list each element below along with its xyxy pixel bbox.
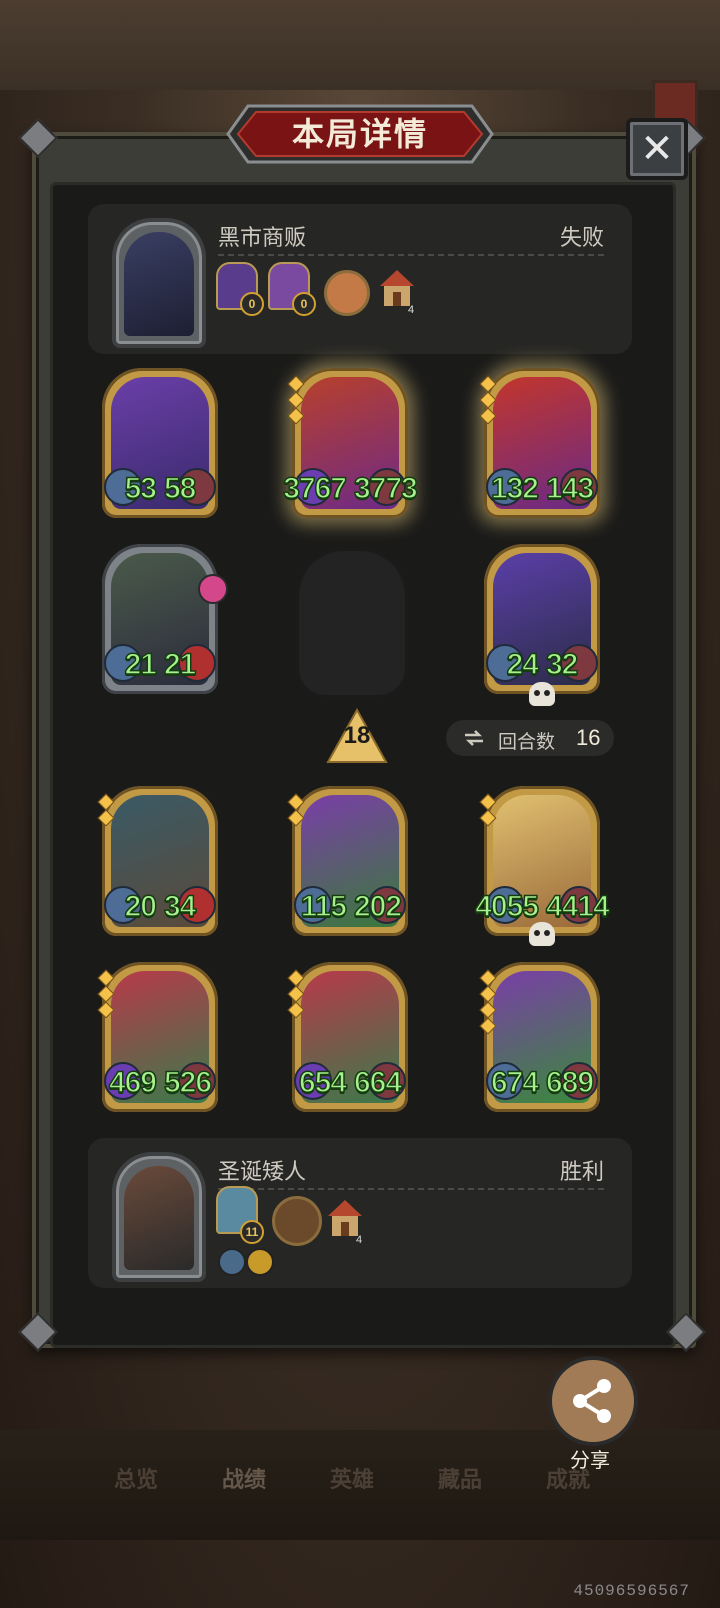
player-unit-card[interactable]: 674 689 (479, 962, 600, 1112)
opponent-unit-card[interactable]: 21 21 (102, 544, 228, 694)
tab-collection[interactable]: 藏品 (420, 1462, 500, 1494)
opponent-avatar (112, 218, 206, 348)
player-result: 胜利 (559, 1159, 604, 1184)
player-unit-card[interactable]: 20 34 (97, 786, 218, 936)
player-name: 圣诞矮人 (218, 1159, 307, 1184)
close-button[interactable]: ✕ (626, 118, 688, 180)
unit-health: 34 (163, 889, 197, 924)
house-level: 4 (356, 1234, 363, 1246)
christmas-dwarf-portrait (124, 1166, 194, 1270)
unit-health: 526 (163, 1065, 213, 1100)
unit-attack: 654 (298, 1065, 348, 1100)
unit-attack: 674 (490, 1065, 540, 1100)
card-count-badge: 0 (292, 292, 316, 316)
unit-attack: 20 (124, 889, 158, 924)
unit-health: 143 (545, 471, 595, 506)
bat-merchant-portrait (124, 232, 194, 336)
page-title: 本局详情 (291, 116, 428, 152)
artifact-portrait-icon[interactable] (324, 270, 370, 316)
player-panel[interactable]: 圣诞矮人 胜利 11 4 (88, 1138, 632, 1288)
share-icon (573, 1379, 611, 1423)
unit-health: 32 (545, 647, 579, 682)
background-top-strip (0, 0, 720, 90)
share-button[interactable] (548, 1356, 638, 1446)
unit-health: 202 (353, 889, 403, 924)
unit-attack: 3767 (283, 471, 348, 506)
unit-health: 4414 (545, 889, 610, 924)
title-banner: 本局详情 (226, 104, 494, 164)
close-icon: ✕ (640, 127, 674, 171)
tab-records[interactable]: 战绩 (204, 1462, 284, 1494)
sword-skill-icon[interactable] (218, 1248, 246, 1276)
card-count-badge: 11 (240, 1220, 264, 1244)
card-count-badge: 0 (240, 292, 264, 316)
opponent-unit-card[interactable]: 3767 3773 (283, 368, 418, 518)
repeat-icon (465, 730, 483, 746)
player-unit-card[interactable]: 469 526 (97, 962, 218, 1112)
share-label: 分享 (570, 1450, 610, 1472)
player-unit-card[interactable]: 4055 4414 (475, 786, 610, 946)
unit-attack: 53 (124, 471, 158, 506)
player-avatar (112, 1152, 206, 1282)
opponent-panel[interactable]: 黑市商贩 失败 0 0 4 (88, 204, 632, 354)
skull-icon (529, 682, 555, 706)
unit-attack: 132 (490, 471, 540, 506)
tab-heroes[interactable]: 英雄 (312, 1462, 392, 1494)
gold-skill-icon[interactable] (246, 1248, 274, 1276)
turns-label: 回合数 (498, 732, 556, 753)
unit-attack: 469 (108, 1065, 158, 1100)
opponent-unit-card[interactable]: 132 143 (479, 368, 600, 518)
opponent-unit-card[interactable]: 53 58 (102, 368, 218, 518)
opponent-unit-card[interactable]: 24 32 (484, 544, 600, 706)
unit-attack: 115 (300, 889, 348, 924)
turns-counter: 回合数 16 (446, 720, 614, 756)
player-unit-card[interactable]: 654 664 (287, 962, 408, 1112)
unit-health: 21 (163, 647, 197, 682)
tier-indicator: 18 (326, 707, 388, 764)
player-id-number: 45096596567 (573, 1582, 690, 1600)
unit-health: 3773 (353, 471, 418, 506)
turns-value: 16 (576, 725, 601, 750)
skull-icon (529, 922, 555, 946)
heart-bomb-icon (198, 574, 228, 604)
divider (218, 1188, 604, 1190)
player-unit-card[interactable]: 115 202 (287, 786, 408, 936)
unit-attack: 4055 (475, 889, 540, 924)
rose-artifact-icon[interactable] (272, 1196, 322, 1246)
unit-attack: 21 (124, 647, 158, 682)
unit-health: 58 (163, 471, 197, 506)
opponent-name: 黑市商贩 (218, 225, 307, 250)
unit-attack: 24 (506, 647, 540, 682)
opponent-result: 失败 (559, 225, 604, 250)
unit-health: 689 (545, 1065, 595, 1100)
unit-health: 664 (353, 1065, 403, 1100)
house-icon[interactable] (326, 1198, 364, 1238)
tab-overview[interactable]: 总览 (96, 1462, 176, 1494)
house-level: 4 (408, 304, 415, 316)
tier-number: 18 (343, 722, 371, 749)
house-icon[interactable] (378, 268, 416, 308)
divider (218, 254, 604, 256)
empty-unit-slot (296, 548, 408, 698)
